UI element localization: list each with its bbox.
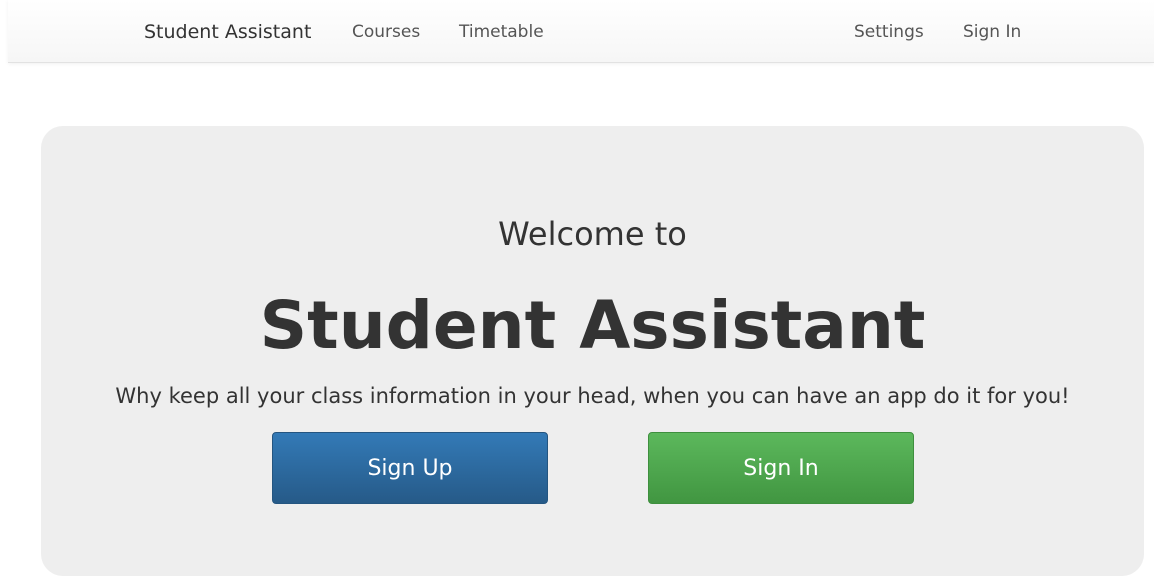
nav-link-settings[interactable]: Settings <box>854 0 924 62</box>
nav-link-courses[interactable]: Courses <box>352 0 420 62</box>
navbar: Student Assistant Courses Timetable Sett… <box>8 0 1154 63</box>
hero-welcome-text: Welcome to <box>498 215 687 253</box>
nav-link-timetable[interactable]: Timetable <box>459 0 544 62</box>
hero-tagline: Why keep all your class information in y… <box>115 384 1070 408</box>
nav-link-sign-in[interactable]: Sign In <box>963 0 1021 62</box>
sign-in-button[interactable]: Sign In <box>648 432 914 504</box>
hero-title: Student Assistant <box>259 287 926 364</box>
sign-up-button[interactable]: Sign Up <box>272 432 548 504</box>
hero-jumbotron: Welcome to Student Assistant Why keep al… <box>41 126 1144 576</box>
navbar-brand[interactable]: Student Assistant <box>144 0 311 62</box>
